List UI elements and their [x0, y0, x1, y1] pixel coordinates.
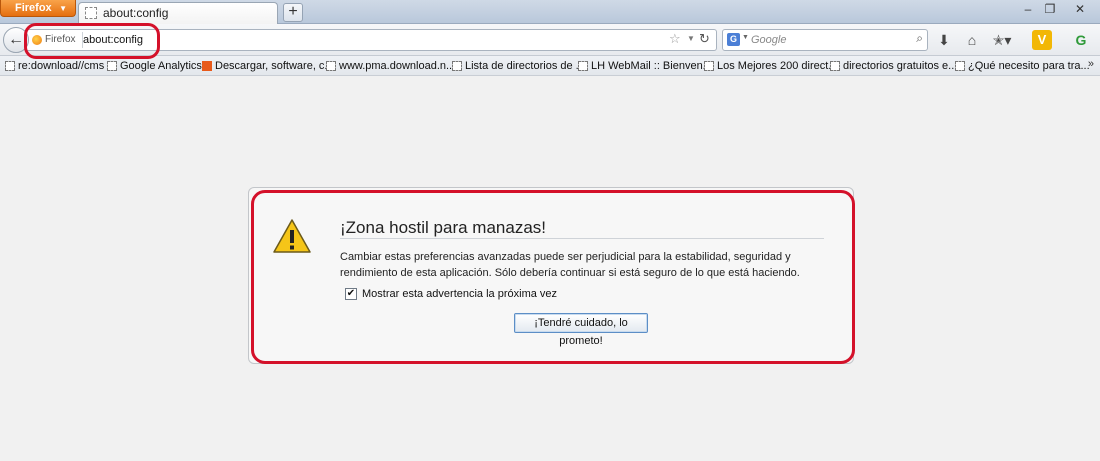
title-divider	[340, 238, 824, 239]
history-dropdown-icon[interactable]: ▼	[687, 34, 695, 43]
navigation-toolbar: Firefox about:config ☆ ▼ ↻ ← G ▼ Google …	[0, 24, 1100, 56]
download-site-icon	[202, 61, 212, 71]
search-bar[interactable]: G ▼ Google ⌕	[722, 29, 928, 51]
bookmark-item[interactable]: re:download//cms	[3, 56, 104, 76]
bookmark-label: directorios gratuitos e...	[843, 60, 958, 72]
checkmark-icon: ✔	[346, 288, 356, 299]
bookmark-star-icon[interactable]: ☆	[669, 31, 681, 47]
page-icon	[955, 61, 965, 71]
page-icon	[704, 61, 714, 71]
bookmark-item[interactable]: www.pma.download.n...	[324, 56, 455, 76]
accept-risk-button[interactable]: ¡Tendré cuidado, lo prometo!	[514, 313, 648, 347]
bookmark-item[interactable]: Lista de directorios de ...	[450, 56, 585, 76]
download-icon[interactable]: ⬇	[934, 30, 954, 50]
v-addon-icon[interactable]: V	[1032, 30, 1052, 50]
show-warning-checkbox[interactable]: ✔	[345, 288, 357, 300]
bookmark-item[interactable]: Descargar, software, c...	[200, 56, 334, 76]
bookmarks-overflow-icon[interactable]: »	[1088, 58, 1094, 70]
title-bar: Firefox ▼ about:config + – ❐ ✕	[0, 0, 1100, 24]
bookmark-label: Lista de directorios de ...	[465, 60, 585, 72]
restore-button[interactable]: ❐	[1040, 2, 1060, 16]
close-button[interactable]: ✕	[1070, 2, 1090, 16]
bookmark-label: www.pma.download.n...	[339, 60, 456, 72]
warning-message: Cambiar estas preferencias avanzadas pue…	[340, 251, 800, 279]
home-icon[interactable]: ⌂	[962, 30, 982, 50]
bookmark-item[interactable]: LH WebMail :: Bienven...	[576, 56, 712, 76]
bookmark-label: ¿Qué necesito para tra...	[968, 60, 1090, 72]
bookmark-label: Descargar, software, c...	[215, 60, 334, 72]
green-addon-icon[interactable]: G	[1071, 30, 1091, 50]
page-favicon-icon	[85, 7, 97, 19]
bookmark-item[interactable]: Los Mejores 200 direct...	[702, 56, 837, 76]
warning-title: ¡Zona hostil para manazas!	[340, 218, 546, 237]
search-input[interactable]: Google	[751, 30, 786, 51]
bookmark-item[interactable]: Google Analytics	[105, 56, 202, 76]
minimize-button[interactable]: –	[1018, 2, 1038, 16]
bookmarks-menu-icon[interactable]: ✭▾	[992, 30, 1012, 50]
page-icon	[452, 61, 462, 71]
url-highlight-annotation	[24, 23, 160, 59]
page-icon	[5, 61, 15, 71]
bookmark-label: re:download//cms	[18, 60, 105, 72]
tab-title: about:config	[103, 6, 169, 20]
bookmark-item[interactable]: directorios gratuitos e...	[828, 56, 957, 76]
search-magnifier-icon[interactable]: ⌕	[916, 31, 923, 46]
back-arrow-icon: ←	[8, 31, 24, 48]
bookmark-label: LH WebMail :: Bienven...	[591, 60, 712, 72]
firefox-menu-button[interactable]: Firefox ▼	[0, 0, 76, 17]
reload-icon[interactable]: ↻	[699, 31, 710, 47]
new-tab-button[interactable]: +	[283, 3, 303, 22]
bookmark-label: Los Mejores 200 direct...	[717, 60, 838, 72]
page-icon	[107, 61, 117, 71]
firefox-menu-label: Firefox	[15, 2, 52, 14]
page-icon	[326, 61, 336, 71]
chevron-down-icon: ▼	[59, 4, 67, 13]
bookmark-item[interactable]: ¿Qué necesito para tra...	[953, 56, 1090, 76]
bookmarks-toolbar: re:download//cms Google Analytics Descar…	[0, 56, 1100, 76]
page-icon	[830, 61, 840, 71]
page-icon	[578, 61, 588, 71]
google-engine-icon[interactable]: G	[727, 33, 740, 46]
bookmark-label: Google Analytics	[120, 60, 202, 72]
tab-about-config[interactable]: about:config	[78, 2, 278, 24]
engine-dropdown-icon[interactable]: ▼	[742, 34, 749, 41]
show-warning-checkbox-label[interactable]: Mostrar esta advertencia la próxima vez	[362, 288, 557, 301]
warning-triangle-icon	[273, 219, 311, 253]
